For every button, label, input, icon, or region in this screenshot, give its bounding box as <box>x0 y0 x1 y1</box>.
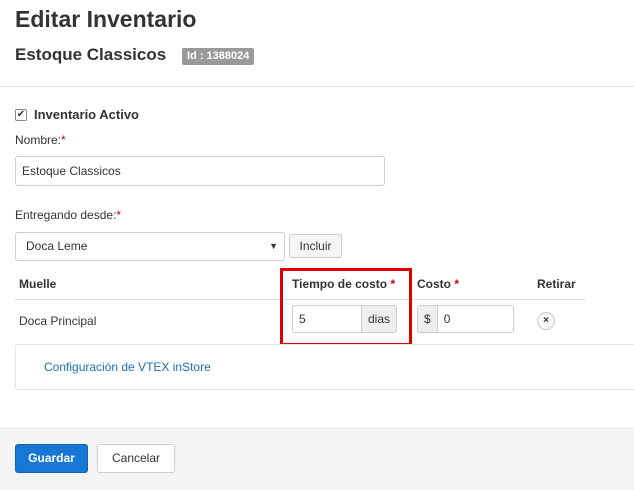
required-mark: * <box>454 277 460 291</box>
instore-config-link[interactable]: Configuración de VTEX inStore <box>44 360 211 374</box>
delivering-from-label: Entregando desde:* <box>15 208 122 222</box>
cancel-button[interactable]: Cancelar <box>97 444 175 473</box>
required-mark: * <box>116 208 122 222</box>
currency-addon: $ <box>418 306 438 332</box>
page-title: Editar Inventario <box>15 6 197 32</box>
name-label: Nombre:* <box>15 133 66 147</box>
footer-bar: Guardar Cancelar <box>0 428 634 490</box>
inventory-name-heading: Estoque Classicos <box>15 45 167 64</box>
delivering-from-selected: Doca Leme <box>26 239 88 253</box>
dock-name-cell: Doca Principal <box>19 314 97 328</box>
dropdown-caret-icon: ▼ <box>269 241 278 251</box>
header-divider <box>0 86 634 87</box>
cost-input[interactable]: 0 <box>438 306 513 332</box>
column-header-remove: Retirar <box>537 277 576 291</box>
time-cost-highlight-box <box>280 268 412 346</box>
include-button[interactable]: Incluir <box>289 234 342 258</box>
active-inventory-checkbox[interactable]: ✔ <box>15 108 27 121</box>
active-inventory-toggle[interactable]: ✔ Inventario Activo <box>15 107 139 122</box>
delivering-from-select[interactable]: Doca Leme ▼ <box>15 232 285 261</box>
column-header-dock: Muelle <box>19 277 57 291</box>
required-mark: * <box>61 133 66 147</box>
column-header-cost: Costo * <box>417 277 460 291</box>
save-button[interactable]: Guardar <box>15 444 88 473</box>
instore-panel: Configuración de VTEX inStore <box>15 344 634 390</box>
id-badge: Id : 1388024 <box>182 48 255 65</box>
name-input[interactable]: Estoque Classicos <box>15 156 385 186</box>
remove-row-button[interactable]: × <box>537 312 555 330</box>
active-inventory-label: Inventario Activo <box>34 107 139 122</box>
cost-input-group: $ 0 <box>417 305 514 333</box>
